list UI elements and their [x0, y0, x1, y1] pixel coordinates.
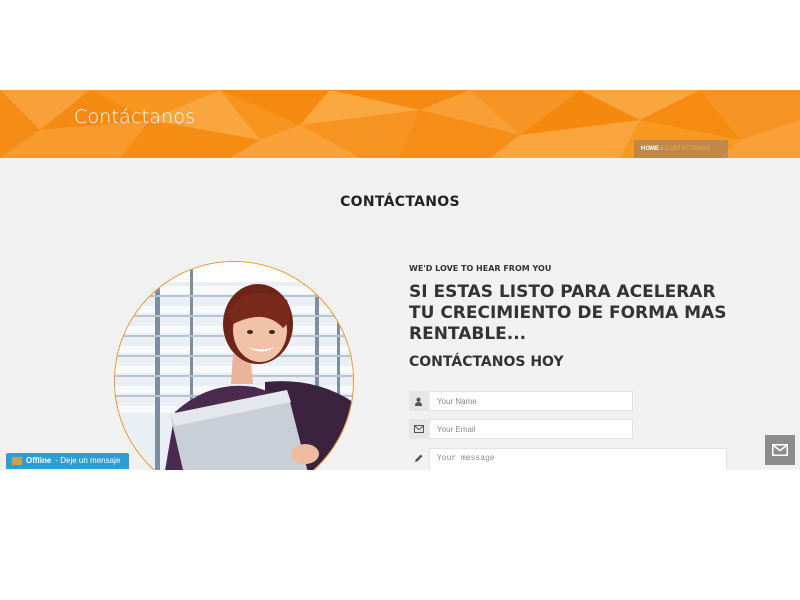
floating-mail-button[interactable]	[765, 435, 795, 465]
banner-title: Contáctanos	[74, 106, 196, 128]
contact-subheadline: CONTÁCTANOS HOY	[409, 354, 564, 370]
name-input[interactable]	[429, 391, 633, 411]
envelope-icon	[772, 444, 788, 456]
envelope-icon	[409, 419, 428, 439]
woman-with-laptop-image	[115, 262, 353, 470]
breadcrumb: HOME / CONTÁCTANOS	[634, 140, 728, 158]
breadcrumb-current: CONTÁCTANOS	[664, 146, 711, 152]
page-viewport: Contáctanos HOME / CONTÁCTANOS CONTÁCTANOS	[0, 90, 800, 470]
section-title: CONTÁCTANOS	[340, 194, 460, 210]
message-field-group	[409, 448, 727, 470]
breadcrumb-separator: /	[661, 146, 663, 152]
email-input[interactable]	[429, 419, 633, 439]
chat-icon	[12, 457, 22, 465]
contact-eyebrow: WE'D LOVE TO HEAR FROM YOU	[409, 264, 552, 273]
pencil-icon	[409, 448, 428, 468]
page-header-banner: Contáctanos HOME / CONTÁCTANOS	[0, 90, 800, 158]
contact-headline: SI ESTAS LISTO PARA ACELERAR TU CRECIMIE…	[409, 282, 727, 344]
message-textarea[interactable]	[429, 448, 727, 470]
contact-photo	[114, 261, 354, 470]
breadcrumb-home-link[interactable]: HOME	[641, 146, 659, 152]
user-icon	[409, 391, 428, 411]
email-field-group	[409, 419, 633, 439]
live-chat-badge[interactable]: Offline - Deje un mensaje	[6, 453, 129, 469]
chat-message: - Deje un mensaje	[55, 456, 121, 465]
chat-status: Offline	[26, 456, 52, 465]
name-field-group	[409, 391, 633, 411]
contact-section: CONTÁCTANOS WE'D LOVE TO HEAR FROM YOU S…	[0, 158, 800, 470]
